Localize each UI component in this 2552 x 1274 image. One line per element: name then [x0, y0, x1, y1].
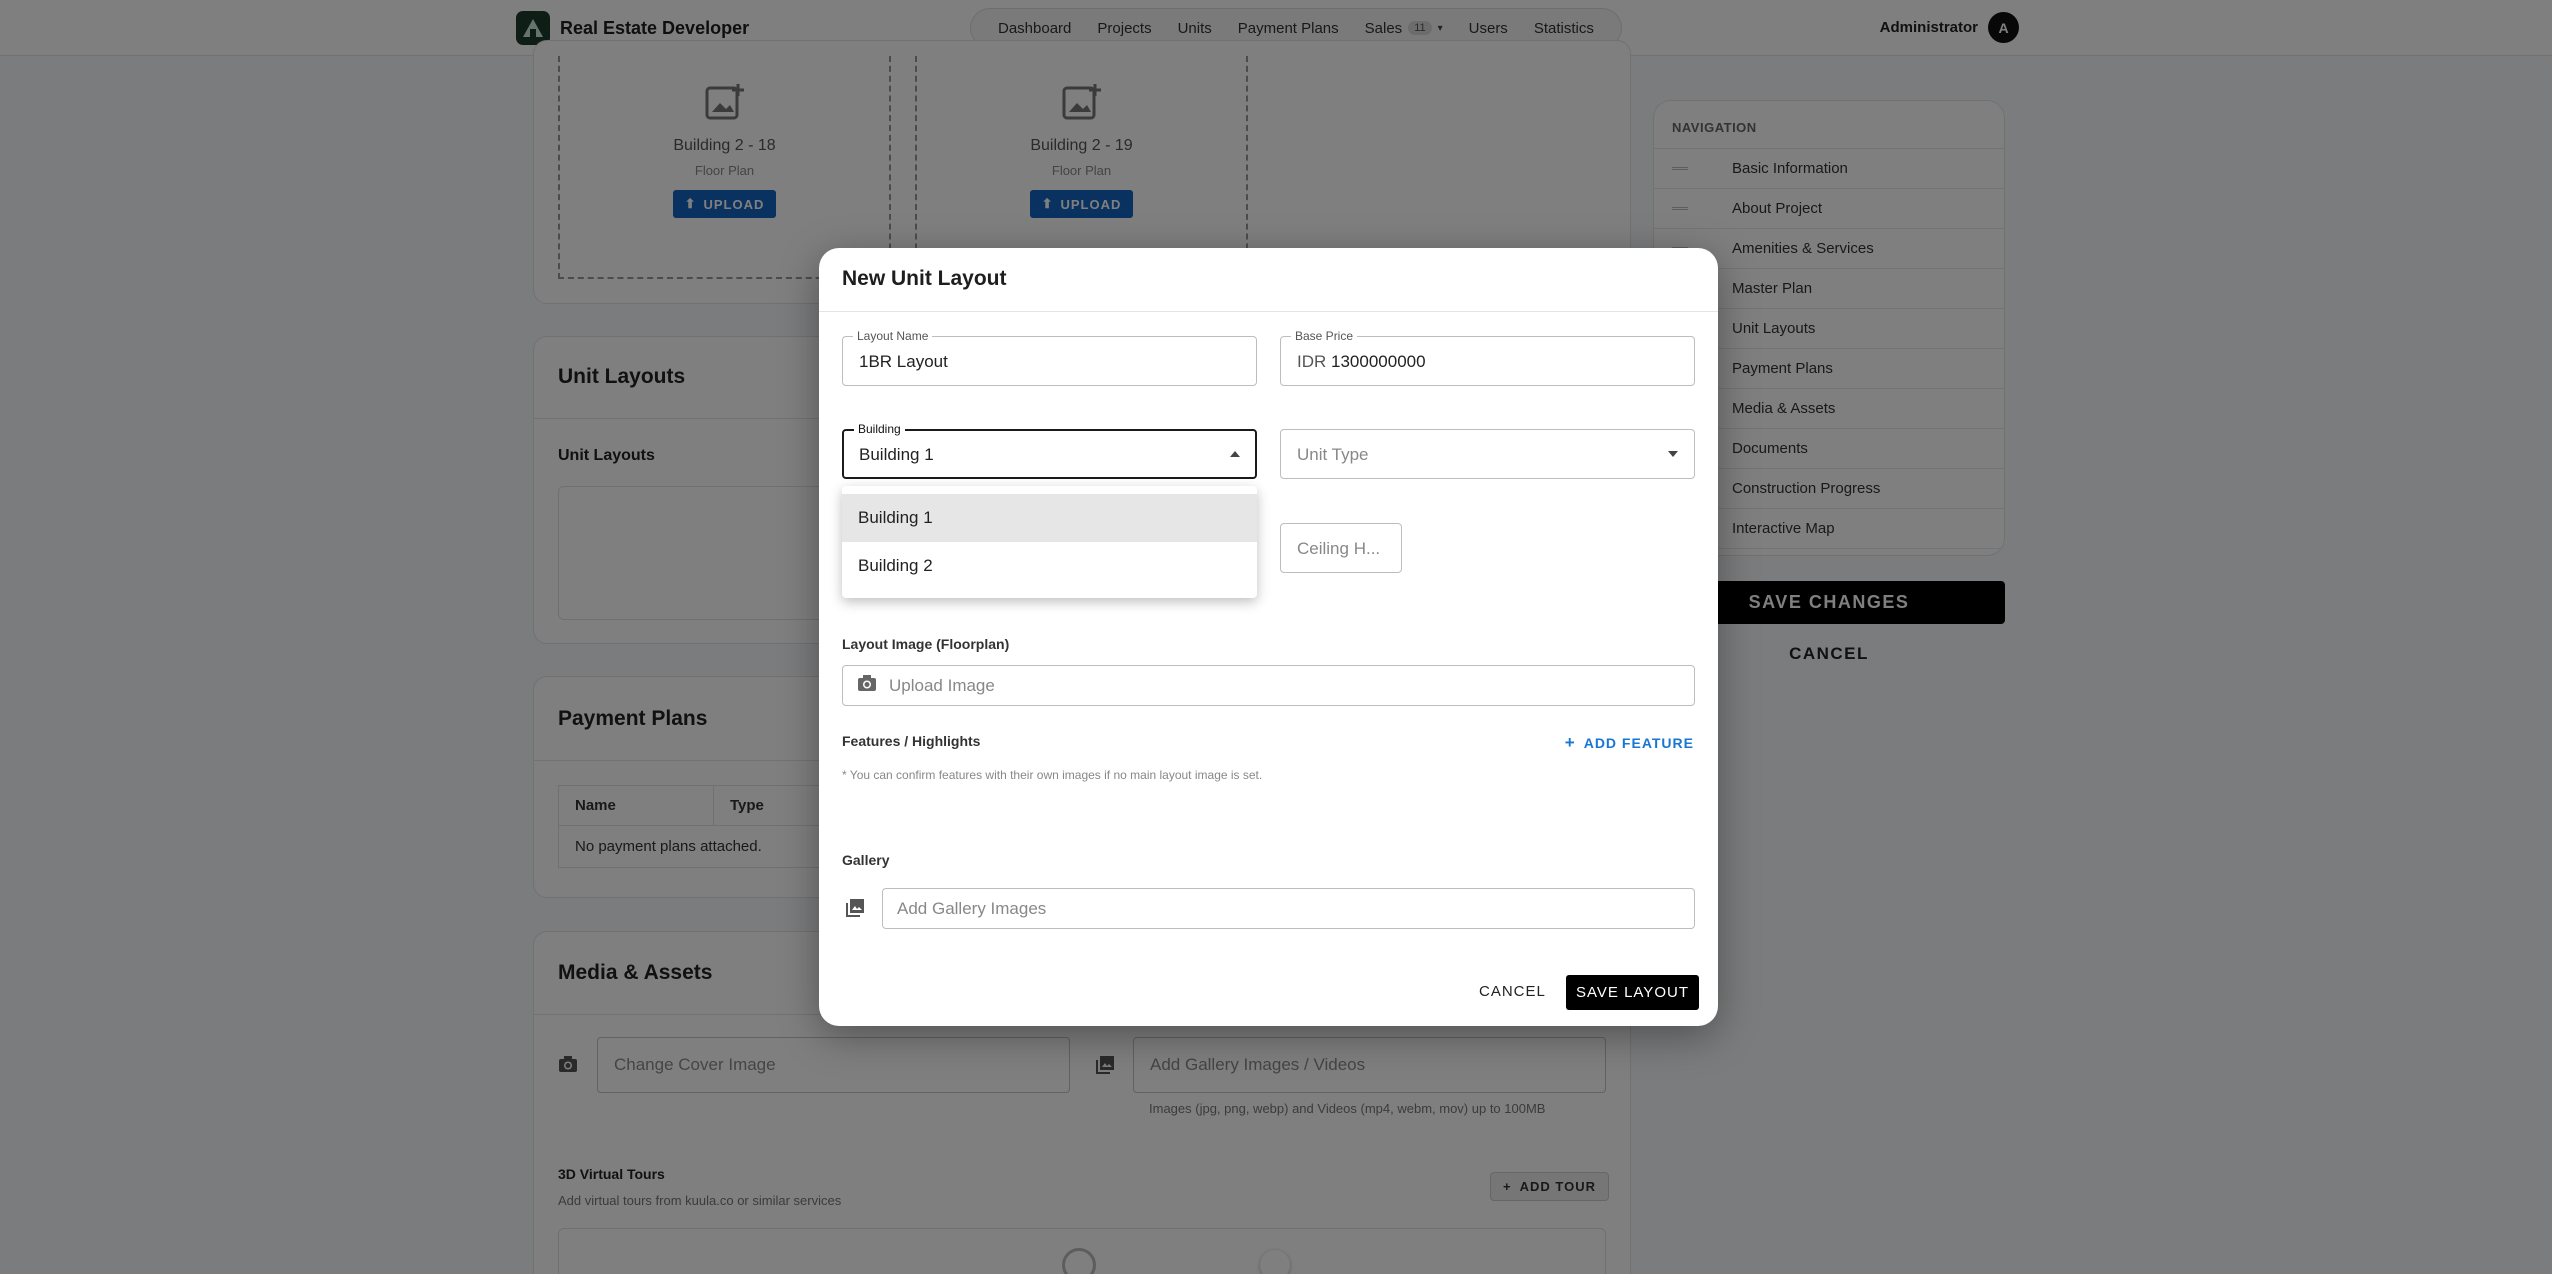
layout-name-label: Layout Name	[853, 329, 933, 343]
layout-name-value: 1BR Layout	[859, 352, 948, 371]
add-feature-button[interactable]: + ADD FEATURE	[1565, 733, 1694, 753]
save-layout-button[interactable]: SAVE LAYOUT	[1566, 975, 1699, 1010]
building-option[interactable]: Building 2	[842, 542, 1257, 590]
dialog-cancel-button[interactable]: CANCEL	[1479, 983, 1546, 1000]
gallery-icon	[845, 898, 865, 923]
gallery-placeholder: Add Gallery Images	[897, 898, 1047, 918]
dialog-title: New Unit Layout	[842, 267, 1007, 290]
unit-type-select[interactable]: Unit Type	[1280, 429, 1695, 479]
add-feature-label: ADD FEATURE	[1583, 735, 1694, 751]
unit-type-placeholder: Unit Type	[1297, 445, 1369, 464]
base-price-label: Base Price	[1291, 329, 1358, 343]
price-amount: 1300000000	[1331, 352, 1426, 371]
divider	[819, 311, 1718, 312]
camera-icon	[857, 674, 877, 697]
gallery-images-input[interactable]: Add Gallery Images	[882, 888, 1695, 929]
ceiling-height-placeholder: Ceiling H...	[1297, 539, 1381, 558]
building-label: Building	[854, 422, 905, 436]
features-label: Features / Highlights	[842, 733, 981, 749]
layout-image-label: Layout Image (Floorplan)	[842, 636, 1010, 652]
upload-image-placeholder: Upload Image	[889, 675, 995, 695]
features-note: * You can confirm features with their ow…	[842, 768, 1263, 782]
building-dropdown-menu: Building 1 Building 2	[842, 486, 1257, 598]
ceiling-height-field[interactable]: Ceiling H...	[1280, 523, 1402, 573]
layout-name-field[interactable]: Layout Name 1BR Layout	[842, 329, 1257, 386]
new-unit-layout-dialog: New Unit Layout Layout Name 1BR Layout B…	[819, 248, 1718, 1026]
gallery-label: Gallery	[842, 852, 890, 868]
building-value: Building 1	[859, 445, 934, 464]
currency-prefix: IDR	[1297, 352, 1327, 371]
layout-image-upload[interactable]: Upload Image	[842, 665, 1695, 706]
base-price-field[interactable]: Base Price IDR 1300000000	[1280, 329, 1695, 386]
plus-icon: +	[1564, 733, 1576, 752]
building-option[interactable]: Building 1	[842, 494, 1257, 542]
chevron-down-icon	[1668, 451, 1678, 457]
chevron-up-icon	[1230, 451, 1240, 457]
base-price-value: IDR 1300000000	[1297, 352, 1426, 372]
building-select[interactable]: Building Building 1	[842, 422, 1257, 479]
